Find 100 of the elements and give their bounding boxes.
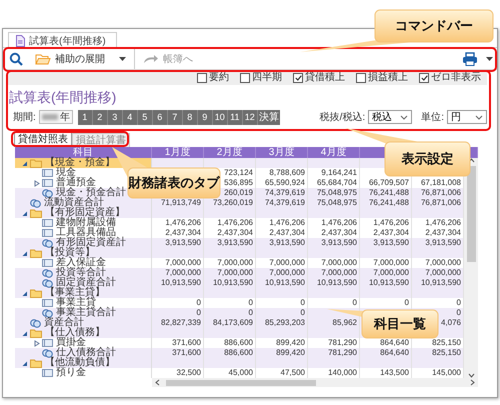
year-suffix: 年 bbox=[60, 111, 70, 124]
period-button[interactable]: 10 bbox=[212, 110, 228, 124]
table-cell: 886,600 bbox=[224, 338, 253, 348]
table-cell: 10,913,590 bbox=[212, 278, 253, 288]
table-cell: 3,913,590 bbox=[425, 238, 461, 248]
checkbox[interactable] bbox=[293, 72, 303, 82]
chevron-icon bbox=[475, 114, 483, 120]
unit-dropdown[interactable]: 円 bbox=[447, 110, 487, 124]
circles-icon bbox=[42, 268, 53, 278]
tax-mode-dropdown[interactable]: 税込 bbox=[368, 110, 412, 124]
checkbox[interactable] bbox=[240, 72, 250, 82]
table-cell: 145,000 bbox=[432, 368, 461, 378]
table-cell: 10,913,590 bbox=[420, 278, 461, 288]
account-name: 有形固定資産計 bbox=[56, 238, 126, 248]
table-cell: 85,293,203 bbox=[264, 318, 305, 328]
table-cell: 3,913,590 bbox=[321, 238, 357, 248]
period-button[interactable]: 12 bbox=[242, 110, 258, 124]
search-icon[interactable] bbox=[9, 52, 23, 66]
circles-icon bbox=[30, 198, 41, 208]
table-cell: 0 bbox=[300, 308, 305, 318]
vertical-scrollbar[interactable] bbox=[464, 158, 478, 378]
scrollbar-thumb[interactable] bbox=[166, 380, 316, 386]
account-name: 【事業主貸】 bbox=[45, 288, 105, 298]
table-cell: 1,476,206 bbox=[321, 218, 357, 228]
account-name: 【現金・預金】 bbox=[45, 158, 115, 168]
document-tab[interactable]: 試算表(年間推移) bbox=[8, 32, 117, 48]
option-label: 四半期 bbox=[252, 72, 282, 83]
account-name: 仕入債務合計 bbox=[56, 348, 116, 358]
expand-subaccounts-button[interactable]: 補助の展開 bbox=[31, 50, 130, 68]
table-cell: 1,476,206 bbox=[165, 218, 201, 228]
table-cell: 0 bbox=[248, 298, 253, 308]
table-cell: 886,600 bbox=[224, 348, 253, 358]
table-cell: 371,600 bbox=[172, 348, 201, 358]
account-name: 【仕入債務】 bbox=[45, 328, 105, 338]
account-name: 現金・預金合計 bbox=[56, 188, 126, 198]
table-cell: 9,164,241 bbox=[321, 168, 357, 178]
scrollbar-thumb[interactable] bbox=[466, 166, 476, 262]
table-cell: 781,290 bbox=[328, 338, 357, 348]
table-cell: 723,124 bbox=[224, 168, 253, 178]
horizontal-scrollbar[interactable] bbox=[152, 378, 478, 387]
account-name: 固定資産合計 bbox=[56, 278, 116, 288]
table-cell: 825,150 bbox=[432, 338, 461, 348]
checkbox[interactable] bbox=[356, 72, 366, 82]
table-cell: 7,000,000 bbox=[269, 268, 305, 278]
table-cell: 1,476,206 bbox=[425, 218, 461, 228]
table-cell: 825,150 bbox=[432, 348, 461, 358]
circles-icon bbox=[30, 318, 41, 328]
scroll-down-icon[interactable] bbox=[468, 373, 474, 378]
table-cell: 73,260,019 bbox=[212, 198, 253, 208]
table-cell: 47,500 bbox=[280, 368, 305, 378]
account-name: 買掛金 bbox=[56, 338, 86, 348]
table-cell: 45,000 bbox=[228, 368, 253, 378]
report-title: 試算表(年間推移) bbox=[8, 88, 118, 107]
account-name: 資産合計 bbox=[44, 318, 84, 328]
table-cell: 7,000,000 bbox=[373, 268, 409, 278]
table-cell: 371,600 bbox=[172, 338, 201, 348]
table-cell: 2,437,304 bbox=[217, 228, 253, 238]
table-cell: 74,379,619 bbox=[264, 198, 305, 208]
tree-toggle-icon[interactable] bbox=[33, 340, 40, 346]
table-cell: 8,788,609 bbox=[269, 168, 305, 178]
scroll-right-icon[interactable] bbox=[470, 379, 475, 386]
period-button[interactable]: 11 bbox=[228, 110, 243, 124]
circles-icon bbox=[42, 188, 53, 198]
option-label: 要約 bbox=[209, 72, 229, 83]
table-cell: 76,871,006 bbox=[420, 198, 461, 208]
account-name: 【投資等】 bbox=[45, 248, 95, 258]
table-cell: 7,000,000 bbox=[321, 258, 357, 268]
tree-toggle-icon[interactable] bbox=[33, 180, 40, 186]
table-cell: 2,437,304 bbox=[165, 228, 201, 238]
table-cell: 899,420 bbox=[276, 348, 305, 358]
table-cell: 7,000,000 bbox=[217, 258, 253, 268]
table-cell: 143,500 bbox=[380, 368, 409, 378]
table-cell: 10,913,590 bbox=[264, 278, 305, 288]
column-header[interactable]: 科目 bbox=[73, 147, 93, 158]
scroll-left-icon[interactable] bbox=[155, 379, 160, 386]
table-cell: 3,913,590 bbox=[373, 238, 409, 248]
checkbox[interactable] bbox=[197, 72, 207, 82]
table-cell: 3,913,590 bbox=[269, 238, 305, 248]
document-icon bbox=[15, 34, 25, 46]
table-cell: 10,913,590 bbox=[368, 278, 409, 288]
caret-icon[interactable] bbox=[486, 56, 493, 60]
table-cell: 2,437,304 bbox=[321, 228, 357, 238]
table-cell: 71,913,749 bbox=[160, 198, 201, 208]
table-cell: 2,437,304 bbox=[373, 228, 409, 238]
checkbox[interactable] bbox=[419, 72, 429, 82]
account-name: 【有形固定資産】 bbox=[45, 208, 125, 218]
table-cell: 0 bbox=[456, 308, 461, 318]
year-field[interactable]: 年 bbox=[38, 110, 73, 124]
option-label: ゼロ非表示 bbox=[431, 72, 481, 83]
unit-label: 単位: bbox=[421, 111, 444, 124]
account-name: 普通預金 bbox=[56, 178, 96, 188]
table-cell: 1,476,206 bbox=[269, 218, 305, 228]
table-cell: 84,173,609 bbox=[212, 318, 253, 328]
period-button[interactable]: 決算 bbox=[258, 110, 280, 124]
option-label: 貸借積上 bbox=[305, 72, 345, 83]
table-cell: 7,000,000 bbox=[165, 268, 201, 278]
table-cell: 536,895 bbox=[224, 178, 253, 188]
account-name: 差入保証金 bbox=[56, 258, 106, 268]
printer-icon[interactable] bbox=[462, 52, 478, 66]
table-cell: 3,913,590 bbox=[165, 238, 201, 248]
